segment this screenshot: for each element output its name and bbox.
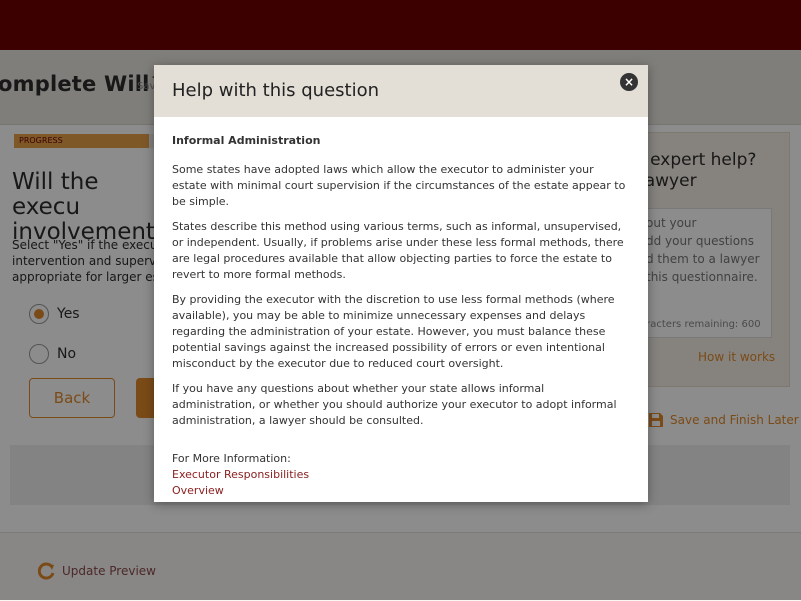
help-paragraph-3: By providing the executor with the discr… [172, 293, 615, 370]
help-paragraph-2: States describe this method using variou… [172, 220, 624, 281]
executor-responsibilities-link[interactable]: Executor Responsibilities [172, 467, 630, 483]
more-info-label: For More Information: [172, 452, 291, 465]
close-icon[interactable]: × [620, 73, 638, 91]
modal-title: Help with this question [172, 80, 379, 101]
modal-body: Informal Administration Some states have… [172, 133, 630, 499]
help-modal: Help with this question × Informal Admin… [154, 65, 648, 502]
help-heading: Informal Administration [172, 134, 321, 147]
overview-link[interactable]: Overview [172, 483, 630, 499]
help-paragraph-1: Some states have adopted laws which allo… [172, 163, 626, 208]
modal-header: Help with this question × [154, 65, 648, 117]
help-paragraph-4: If you have any questions about whether … [172, 382, 617, 427]
